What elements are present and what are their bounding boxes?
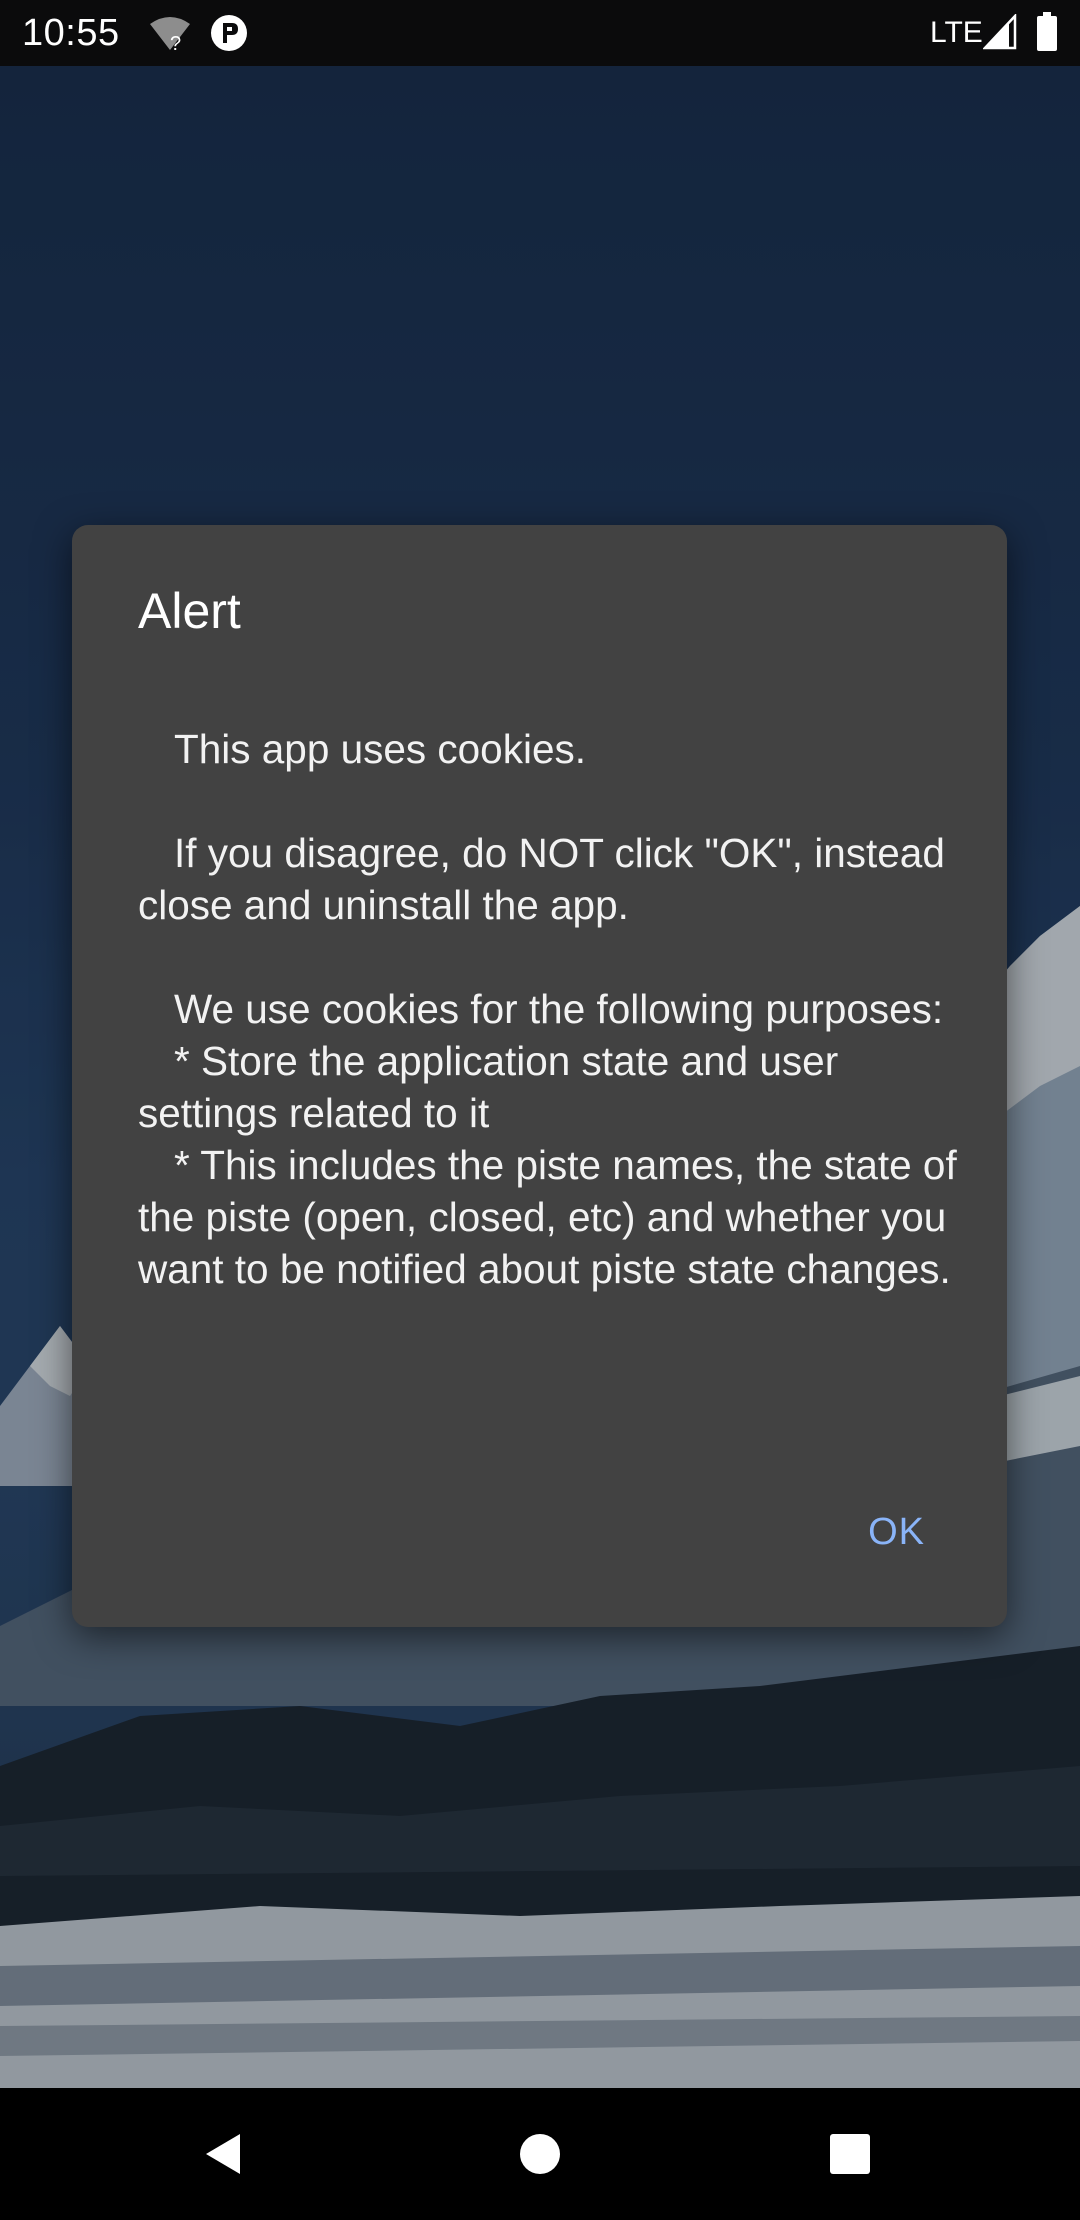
dialog-title: Alert <box>138 583 241 639</box>
ok-button[interactable]: OK <box>852 1497 941 1567</box>
signal-icon <box>983 14 1017 50</box>
svg-text:?: ? <box>170 33 181 54</box>
dialog-message: This app uses cookies. If you disagree, … <box>138 726 957 1292</box>
battery-icon <box>1037 12 1057 51</box>
status-bar: 10:55 ? LTE <box>0 0 1080 66</box>
app-notification-icon <box>211 15 247 51</box>
navigation-bar <box>0 2088 1080 2220</box>
alert-dialog: Alert This app uses cookies. If you disa… <box>72 525 1007 1627</box>
back-icon[interactable] <box>196 2124 256 2184</box>
wifi-unknown-icon: ? <box>150 17 190 54</box>
status-time: 10:55 <box>22 12 120 54</box>
network-type: LTE <box>930 16 983 49</box>
home-icon[interactable] <box>510 2124 570 2184</box>
recents-icon[interactable] <box>820 2124 880 2184</box>
